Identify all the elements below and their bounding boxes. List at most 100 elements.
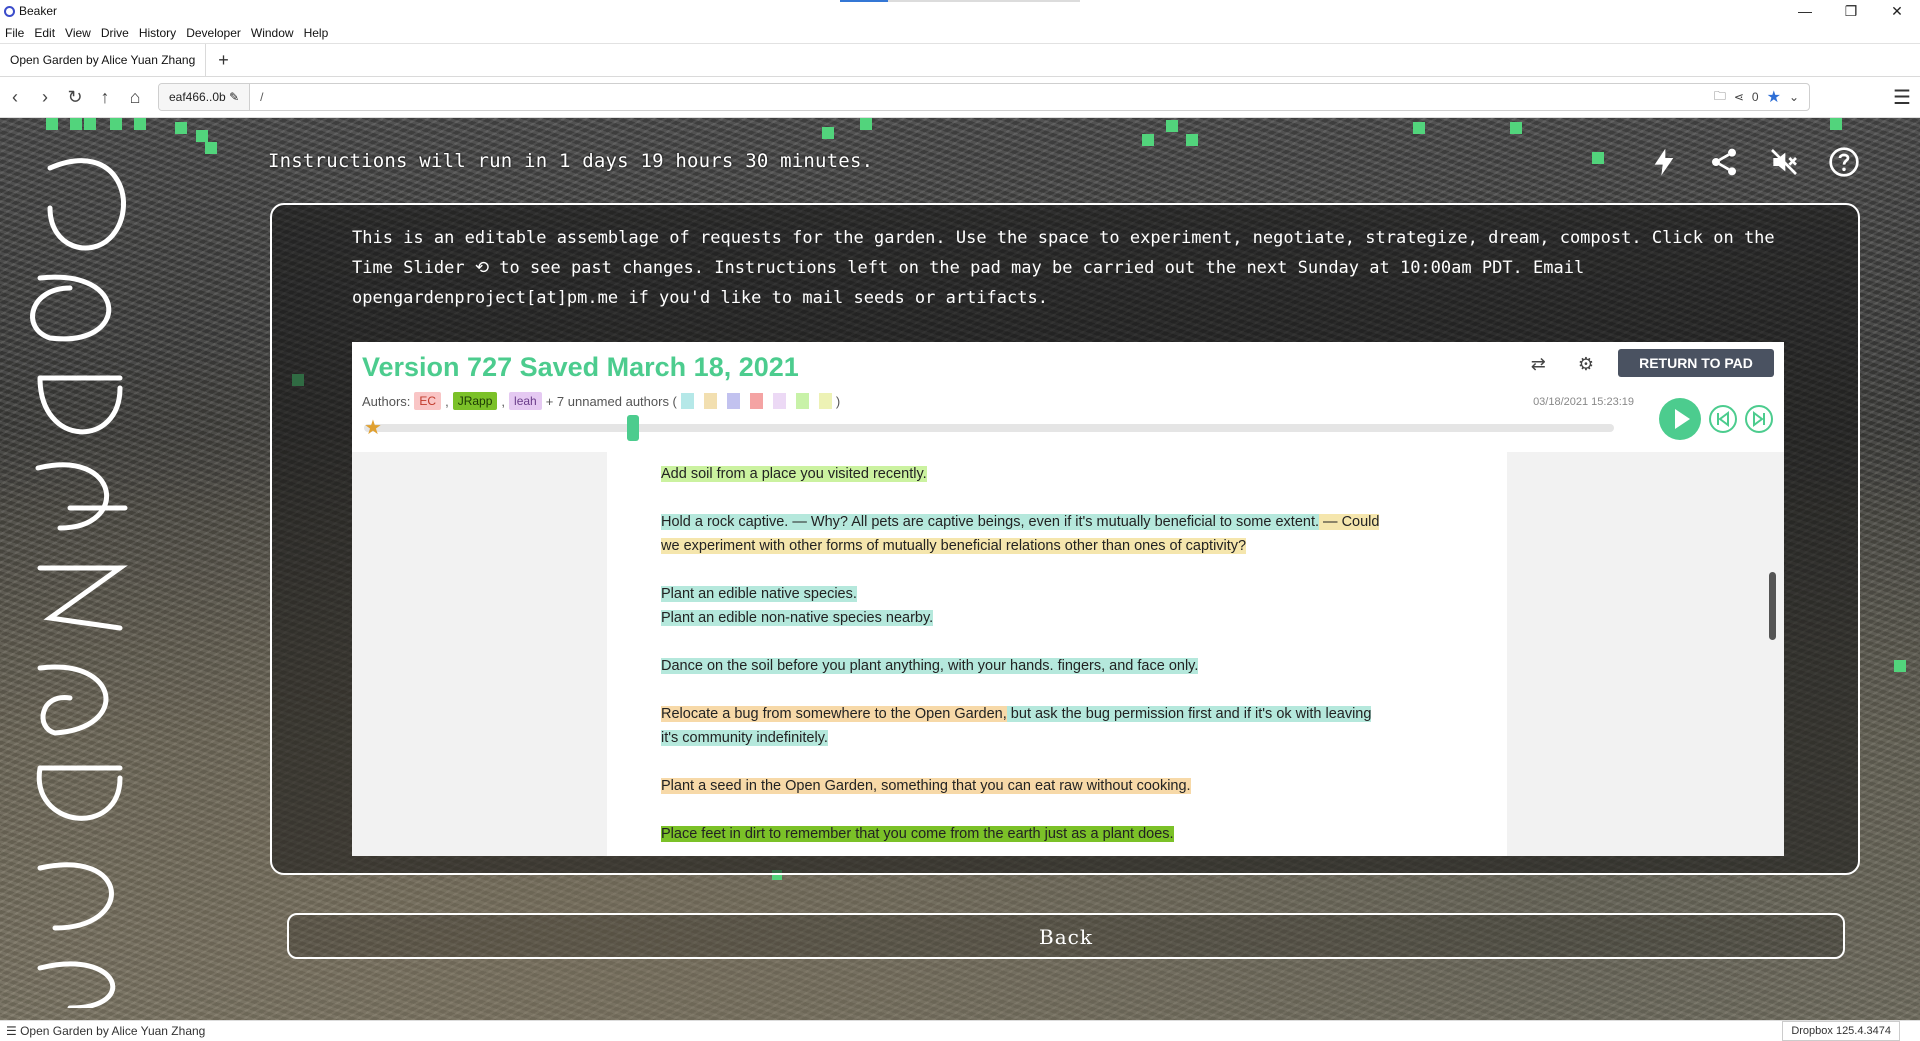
step-back-icon[interactable] [1708, 404, 1738, 434]
pixel-decoration [175, 122, 187, 134]
line-text: Plant an edible native species. [661, 586, 857, 602]
author-badge-leah: leah [509, 392, 542, 410]
settings-gear-icon[interactable]: ⚙ [1578, 354, 1594, 375]
bookmark-star-icon[interactable]: ★ [1767, 87, 1781, 107]
timeslider-header: Version 727 Saved March 18, 2021 Authors… [352, 342, 1784, 452]
instructions-frame: This is an editable assemblage of reques… [270, 203, 1860, 875]
saved-revision-star-icon[interactable]: ★ [364, 415, 382, 440]
menu-help[interactable]: Help [299, 26, 334, 40]
share-network-icon[interactable]: ⋖ [1734, 90, 1744, 104]
author-swatch [818, 393, 832, 409]
pixel-decoration [1413, 122, 1425, 134]
folder-icon[interactable]: 🗀 [1714, 87, 1726, 108]
instruction-line: Place feet in dirt to remember that you … [607, 822, 1507, 846]
title-bar: Beaker — ❐ ✕ [0, 0, 1920, 22]
instruction-line: Plant an edible non-native species nearb… [607, 606, 1507, 630]
tab-open-garden[interactable]: Open Garden by Alice Yuan Zhang [0, 44, 207, 76]
chevron-down-icon[interactable]: ⌄ [1789, 90, 1799, 104]
step-forward-icon[interactable] [1744, 404, 1774, 434]
pixel-decoration [1186, 134, 1198, 146]
new-tab-icon[interactable]: + [206, 50, 241, 71]
pixel-decoration [1166, 120, 1178, 132]
back-button[interactable]: Back [287, 913, 1845, 959]
pixel-decoration [196, 130, 208, 142]
pixel-decoration [1830, 118, 1842, 130]
author-swatch [726, 393, 740, 409]
author-swatch [703, 393, 717, 409]
url-path[interactable]: / [250, 90, 263, 104]
menu-history[interactable]: History [134, 26, 181, 40]
close-window-button[interactable]: ✕ [1874, 3, 1920, 20]
pixel-decoration [860, 118, 872, 130]
author-swatch [749, 393, 763, 409]
line-text: Dance on the soil before you plant anyth… [661, 658, 1199, 674]
status-extension-info: Dropbox 125.4.3474 [1782, 1021, 1900, 1041]
line-text: Add soil from a place you visited recent… [661, 466, 927, 482]
pad-document[interactable]: Add soil from a place you visited recent… [607, 452, 1507, 856]
line-text: Relocate a bug from somewhere to the Ope… [661, 706, 1007, 722]
line-text: — Could [1319, 514, 1380, 530]
pad-document-area: Add soil from a place you visited recent… [352, 452, 1784, 856]
instruction-line: Plant a seed in the Open Garden, somethi… [607, 774, 1507, 798]
forward-arrow-icon[interactable]: › [30, 87, 60, 108]
menu-drive[interactable]: Drive [96, 26, 134, 40]
line-text: — Why? All pets are captive beings, even… [788, 514, 1320, 530]
beaker-app-icon [4, 5, 15, 17]
play-button-icon[interactable] [1658, 397, 1702, 441]
menu-window[interactable]: Window [246, 26, 299, 40]
menu-file[interactable]: File [0, 26, 29, 40]
window-title: Beaker [19, 4, 58, 18]
pixel-decoration [134, 118, 146, 130]
minimize-button[interactable]: — [1782, 3, 1828, 20]
swap-arrows-icon[interactable]: ⇄ [1531, 354, 1546, 375]
pad-scrollbar-thumb[interactable] [1769, 572, 1776, 640]
unnamed-authors-close: ) [835, 393, 841, 409]
status-bar: ☰ Open Garden by Alice Yuan Zhang Dropbo… [0, 1020, 1920, 1041]
menu-bar: File Edit View Drive History Developer W… [0, 22, 1920, 44]
author-swatch [795, 393, 809, 409]
home-icon[interactable]: ⌂ [120, 87, 150, 108]
revision-timestamp: 03/18/2021 15:23:19 [1533, 396, 1634, 408]
pixel-decoration [46, 118, 58, 130]
site-label: eaf466..0b [169, 90, 226, 104]
menu-edit[interactable]: Edit [29, 26, 60, 40]
back-arrow-icon[interactable]: ‹ [0, 87, 30, 108]
share-icon[interactable] [1708, 146, 1740, 178]
pixel-decoration [1894, 660, 1906, 672]
pixel-decoration [110, 118, 122, 130]
restore-button[interactable]: ❐ [1828, 3, 1874, 20]
pixel-decoration [822, 127, 834, 139]
reload-icon[interactable]: ↻ [60, 87, 90, 108]
lightning-icon[interactable] [1648, 146, 1680, 178]
etherpad-panel: Version 727 Saved March 18, 2021 Authors… [352, 342, 1784, 856]
return-to-pad-button[interactable]: RETURN TO PAD [1618, 349, 1774, 377]
site-info-button[interactable]: eaf466..0b ✎ [159, 84, 251, 110]
author-badge-jrapp: JRapp [452, 392, 498, 410]
line-text: Hold a rock captive. [661, 514, 789, 530]
intro-text: This is an editable assemblage of reques… [352, 228, 1775, 308]
address-bar[interactable]: eaf466..0b ✎ / 🗀 ⋖ 0 ★ ⌄ [158, 83, 1810, 111]
help-icon[interactable] [1828, 146, 1860, 178]
time-slider-handle[interactable] [626, 415, 639, 441]
version-title: Version 727 Saved March 18, 2021 [362, 352, 799, 382]
line-text: we experiment with other forms of mutual… [661, 538, 1247, 554]
page-content: Instructions will run in 1 days 19 hours… [0, 118, 1920, 1020]
instruction-line: Hold a rock captive. — Why? All pets are… [607, 510, 1507, 534]
mute-icon[interactable] [1768, 146, 1800, 178]
hamburger-menu-icon[interactable]: ☰ [1884, 85, 1920, 110]
pixel-decoration [84, 118, 96, 130]
instruction-line: Relocate a bug from somewhere to the Ope… [607, 702, 1507, 726]
author-swatch [680, 393, 694, 409]
up-arrow-icon[interactable]: ↑ [90, 87, 120, 108]
pixel-decoration [1142, 134, 1154, 146]
menu-view[interactable]: View [60, 26, 96, 40]
countdown-text: Instructions will run in 1 days 19 hours… [268, 150, 874, 172]
author-badge-ec: EC [414, 392, 442, 410]
pixel-decoration [1510, 122, 1522, 134]
unnamed-authors-label: + 7 unnamed authors ( [545, 393, 677, 409]
menu-developer[interactable]: Developer [181, 26, 246, 40]
time-slider-track[interactable] [364, 424, 1614, 432]
instruction-line: Plant an edible native species. [607, 582, 1507, 606]
authors-list: Authors: EC, JRapp, leah + 7 unnamed aut… [362, 392, 841, 410]
tab-bar: Open Garden by Alice Yuan Zhang + [0, 44, 1920, 77]
